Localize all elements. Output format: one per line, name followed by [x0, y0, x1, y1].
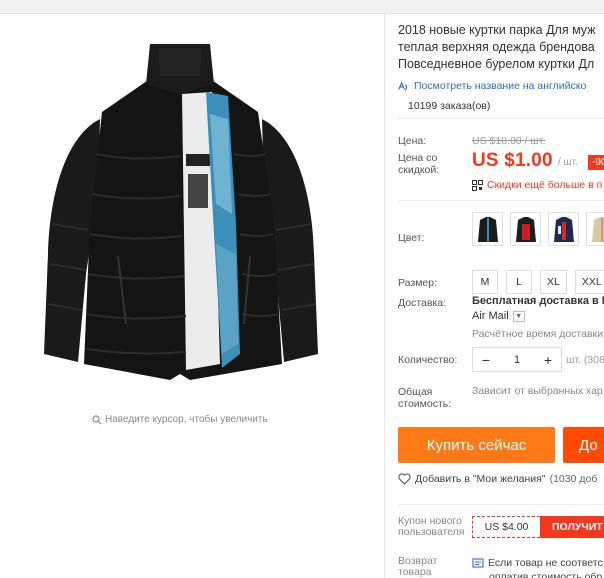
delivery-estimate: Расчётное время доставки	[472, 328, 604, 340]
zoom-hint-text: Наведите курсор, чтобы увеличить	[105, 414, 268, 425]
product-detail-panel: 2018 новые куртки парка Для муж теплая в…	[398, 14, 604, 578]
stock-available: шт. (308	[566, 354, 604, 366]
jacket-thumbnail-icon	[515, 217, 536, 242]
color-swatch-black[interactable]	[472, 212, 503, 246]
discount-price-label-line: Цена со	[398, 152, 438, 164]
new-user-coupon-label: Купон нового пользователя	[398, 516, 465, 538]
translate-icon	[398, 80, 408, 90]
get-coupon-button[interactable]: ПОЛУЧИТ	[540, 516, 604, 538]
size-option-xl[interactable]: XL	[540, 270, 567, 294]
jacket-image-icon	[44, 44, 318, 380]
returns-label: Возврат товара	[398, 556, 437, 578]
product-image[interactable]	[30, 24, 330, 404]
coupon-amount: US $4.00	[472, 516, 540, 538]
returns-text-line: Если товар не соответс	[488, 557, 603, 569]
discount-price-label-line: скидкой:	[398, 164, 440, 176]
color-label: Цвет:	[398, 232, 425, 244]
return-policy-icon	[472, 558, 484, 568]
total-value: Зависит от выбранных хар	[472, 385, 603, 397]
color-swatch-beige[interactable]	[586, 212, 604, 246]
title-line: теплая верхняя одежда брендова	[398, 40, 595, 54]
zoom-hint: Наведите курсор, чтобы увеличить	[92, 414, 268, 425]
shipping-destination: Бесплатная доставка в R	[472, 295, 604, 307]
returns-label-line: товара	[398, 566, 432, 578]
divider	[398, 504, 604, 505]
quantity-label: Количество:	[398, 354, 458, 366]
discount-price-label: Цена со скидкой:	[398, 152, 439, 176]
shipping-method-value: Air Mail	[472, 310, 509, 322]
size-option-xxl[interactable]: XXL	[574, 270, 604, 294]
wishlist-count: (1030 доб	[549, 473, 598, 485]
heart-icon	[398, 473, 411, 485]
size-options: M L XL XXL	[472, 270, 604, 294]
column-divider	[384, 14, 385, 578]
more-discounts-link[interactable]: Скидки ещё больше в п	[472, 179, 602, 191]
returns-policy: Если товар не соответс оплатив стоимость…	[472, 556, 603, 578]
sale-price: US $1.00	[472, 150, 553, 171]
quantity-decrement-button[interactable]: −	[479, 352, 493, 368]
orders-count: 10199 заказа(ов)	[408, 100, 491, 112]
view-english-title-link[interactable]: Посмотреть название на английско	[398, 80, 586, 92]
original-price: US $10.00 / шт.	[472, 135, 546, 147]
divider	[398, 118, 604, 119]
quantity-input[interactable]: 1	[514, 354, 520, 366]
size-label: Размер:	[398, 277, 438, 289]
more-discounts-text: Скидки ещё больше в п	[487, 179, 603, 191]
discount-badge: -90	[588, 155, 604, 170]
total-label-line: Общая	[398, 386, 433, 398]
coupon-label-line: пользователя	[398, 526, 465, 538]
title-line: Повседневное бурелом куртки Дл	[398, 57, 595, 71]
add-to-wishlist-link[interactable]: Добавить в "Мои желания" (1030 доб	[398, 473, 597, 485]
jacket-thumbnail-icon	[591, 217, 604, 242]
product-gallery: Наведите курсор, чтобы увеличить	[0, 14, 384, 578]
size-option-l[interactable]: L	[506, 270, 532, 294]
translate-link-text: Посмотреть название на английско	[414, 80, 587, 92]
shipping-method-select[interactable]: Air Mail ▼	[472, 310, 525, 322]
wishlist-text: Добавить в "Мои желания"	[415, 473, 546, 485]
quantity-stepper: − 1 +	[472, 347, 562, 372]
qr-code-icon	[472, 179, 483, 191]
color-swatch-navy-red[interactable]	[548, 212, 579, 246]
divider	[398, 200, 604, 201]
price-label: Цена:	[398, 135, 427, 147]
title-line: 2018 новые куртки парка Для муж	[398, 23, 596, 37]
product-title: 2018 новые куртки парка Для муж теплая в…	[398, 22, 604, 73]
total-label-line: стоимость:	[398, 398, 452, 410]
total-label: Общая стоимость:	[398, 386, 451, 410]
add-to-cart-button[interactable]: До	[563, 427, 604, 463]
coupon-box: US $4.00 ПОЛУЧИТ	[472, 516, 604, 538]
jacket-thumbnail-icon	[477, 217, 498, 242]
shipping-label: Доставка:	[398, 297, 447, 309]
returns-text-line: оплатив стоимость обр	[489, 571, 603, 578]
price-unit: / шт.	[558, 157, 578, 168]
quantity-increment-button[interactable]: +	[541, 352, 555, 368]
color-swatches	[472, 212, 604, 246]
jacket-thumbnail-icon	[553, 217, 574, 242]
chevron-down-icon: ▼	[512, 310, 525, 322]
magnifier-icon	[92, 414, 102, 424]
color-swatch-red-black[interactable]	[510, 212, 541, 246]
size-option-m[interactable]: M	[472, 270, 498, 294]
buy-now-button[interactable]: Купить сейчас	[398, 427, 555, 463]
top-bar	[0, 0, 604, 14]
